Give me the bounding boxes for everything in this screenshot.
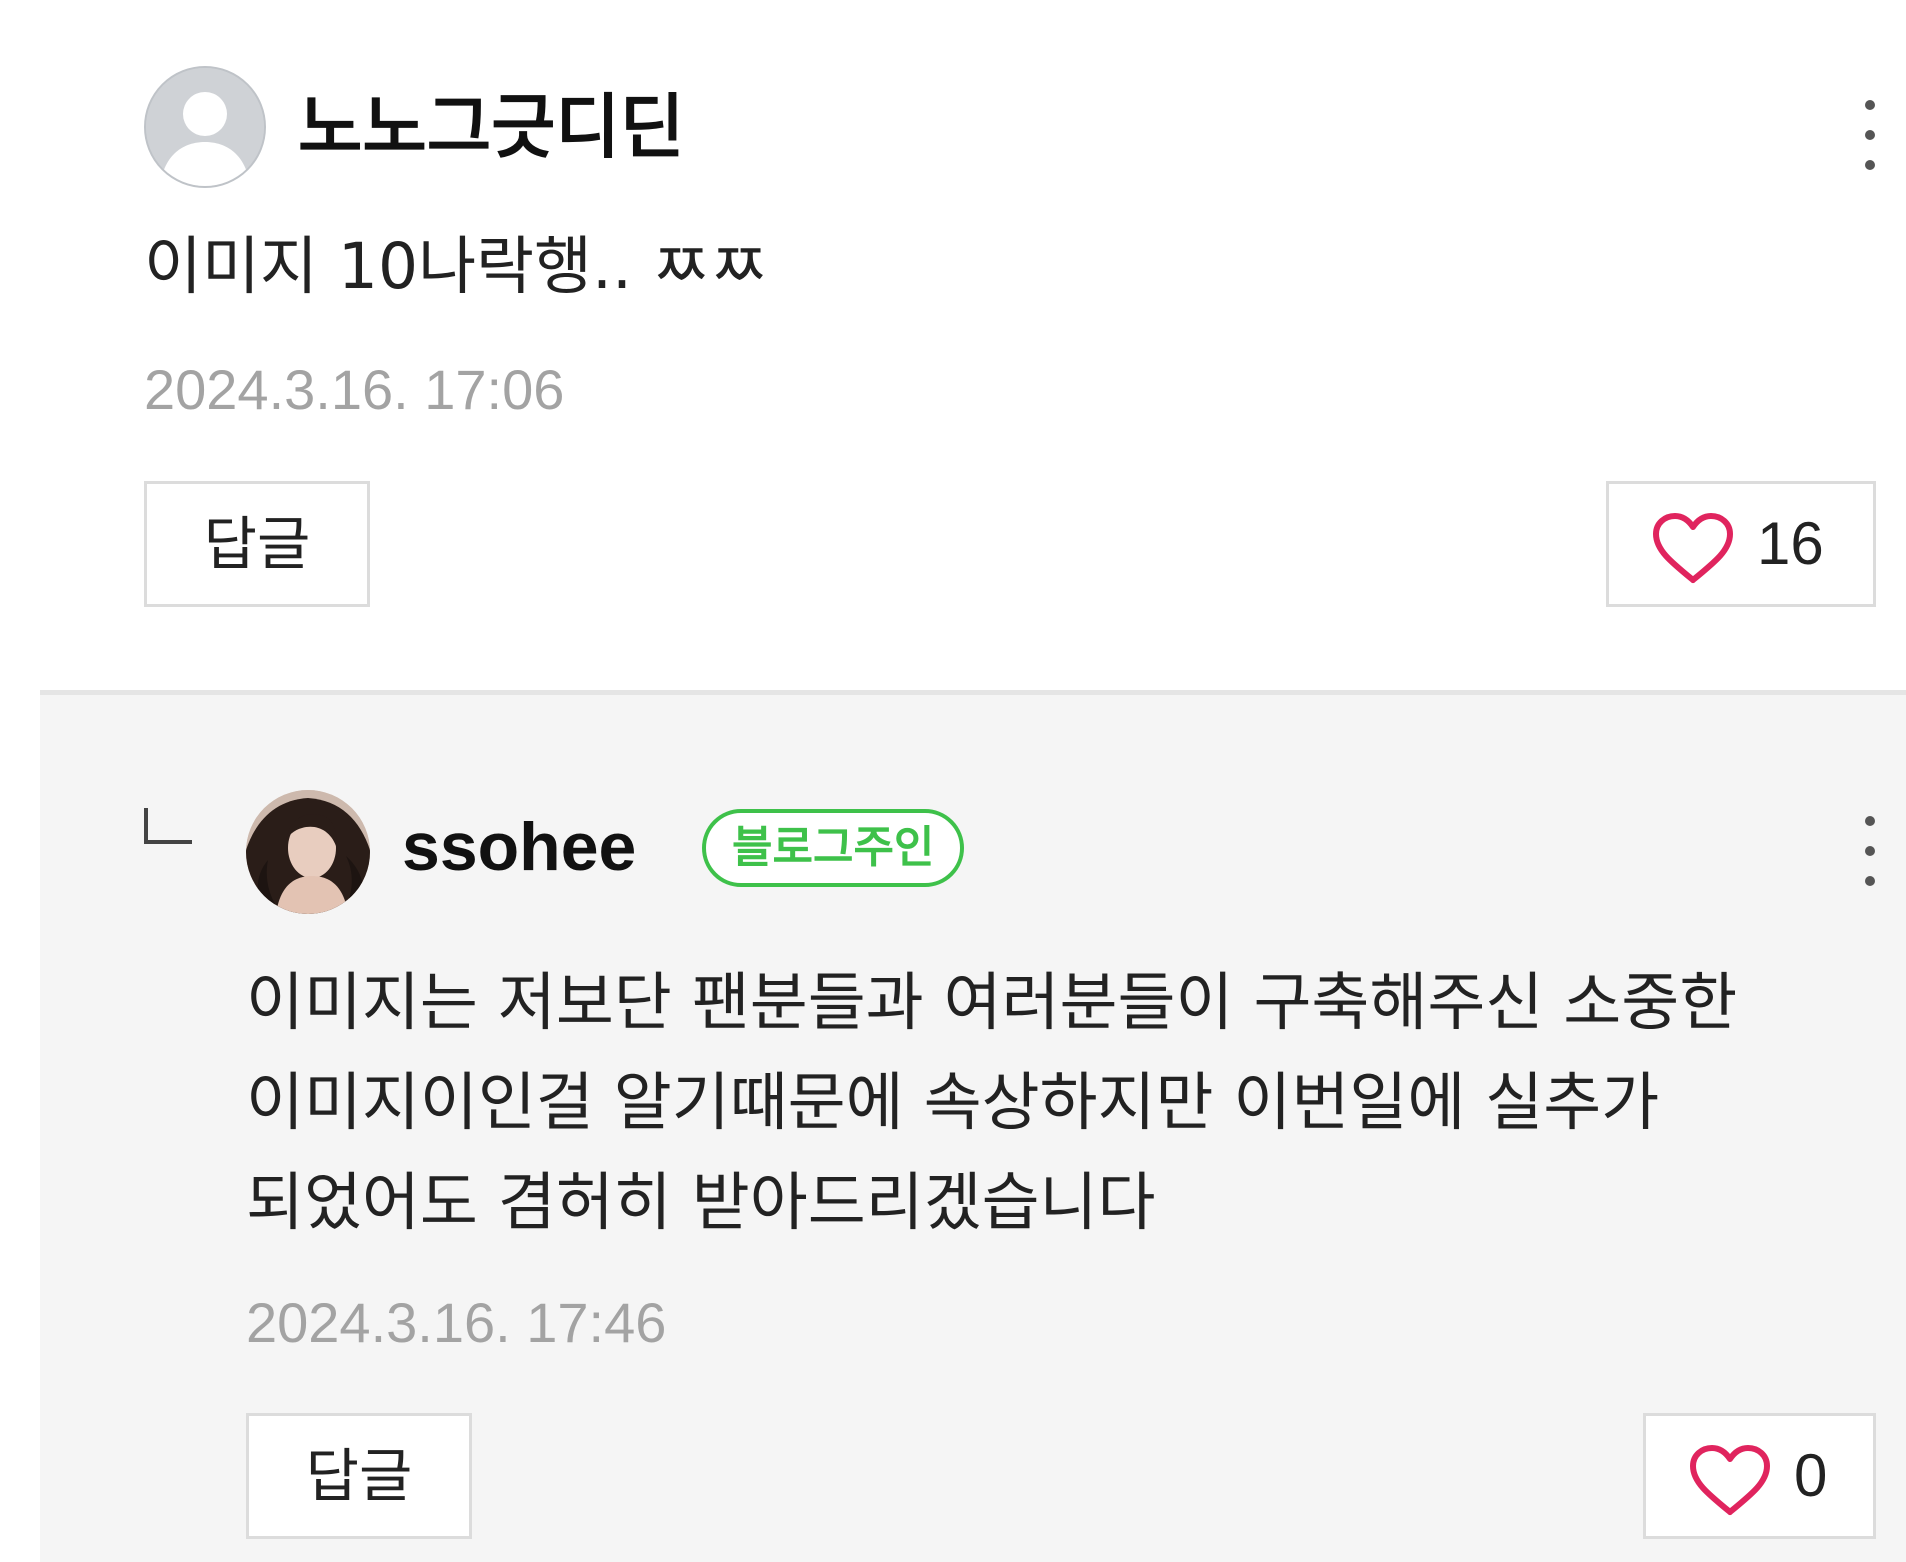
comment-date: 2024.3.16. 17:06 (144, 358, 565, 421)
comment-thread: 노노그긋디딘 이미지 10나락행.. ㅉㅉ 2024.3.16. 17:06 답… (0, 0, 1906, 1562)
reply-date: 2024.3.16. 17:46 (246, 1291, 667, 1354)
like-button[interactable]: 16 (1606, 481, 1876, 607)
comment-author-name[interactable]: 노노그긋디딘 (298, 82, 684, 172)
comment-text: 이미지 10나락행.. ㅉㅉ (144, 230, 768, 303)
reply-author-name[interactable]: ssohee (402, 802, 636, 892)
reply-button[interactable]: 답글 (144, 481, 370, 607)
default-profile-icon[interactable] (144, 66, 266, 188)
heart-outline-icon (1653, 513, 1733, 583)
avatar[interactable] (246, 790, 370, 914)
more-vertical-icon[interactable] (1850, 808, 1890, 898)
reply-corner-icon (144, 808, 192, 844)
reply-text: 이미지는 저보단 팬분들과 여러분들이 구축해주신 소중한 이미지이인걸 알기때… (246, 966, 1738, 1239)
blog-owner-badge: 블로그주인 (702, 809, 965, 887)
like-button[interactable]: 0 (1643, 1413, 1876, 1539)
comment-item: 노노그긋디딘 이미지 10나락행.. ㅉㅉ 2024.3.16. 17:06 답… (0, 0, 1906, 690)
reply-item: ssohee 블로그주인 이미지는 저보단 팬분들과 여러분들이 구축해주신 소… (40, 690, 1906, 1562)
heart-outline-icon (1690, 1445, 1770, 1515)
like-count: 16 (1757, 510, 1824, 577)
more-vertical-icon[interactable] (1850, 92, 1890, 182)
like-count: 0 (1794, 1442, 1828, 1509)
reply-button[interactable]: 답글 (246, 1413, 472, 1539)
